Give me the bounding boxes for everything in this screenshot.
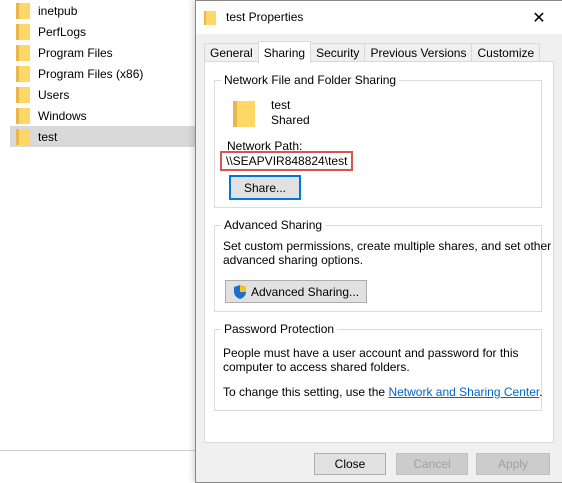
close-icon[interactable]: ✕: [516, 1, 562, 34]
folder-icon: [16, 2, 30, 19]
cancel-button[interactable]: Cancel: [396, 453, 468, 475]
file-item-label: Users: [38, 87, 70, 102]
password-protection-text: computer to access shared folders.: [223, 360, 410, 374]
network-sharing-group: Network File and Folder Sharing test Sha…: [214, 73, 542, 208]
change-setting-suffix: .: [539, 385, 543, 399]
folder-icon: [16, 23, 30, 40]
folder-icon: [16, 107, 30, 124]
network-path-value: \\SEAPVIR848824\test: [220, 151, 354, 171]
advanced-sharing-button[interactable]: Advanced Sharing...: [225, 280, 367, 303]
tab-customize[interactable]: Customize: [471, 43, 541, 62]
file-item-label: test: [38, 129, 58, 144]
folder-icon: [204, 11, 216, 25]
dialog-title: test Properties: [226, 10, 304, 24]
folder-icon: [16, 65, 30, 82]
tab-general[interactable]: General: [204, 43, 259, 62]
shield-icon: [233, 284, 247, 299]
file-item-label: PerfLogs: [38, 24, 87, 39]
group-title: Advanced Sharing: [221, 218, 326, 232]
group-title: Password Protection: [221, 322, 338, 336]
file-item-perflogs[interactable]: PerfLogs: [10, 21, 200, 42]
change-setting-text: To change this setting, use the Network …: [223, 385, 543, 399]
folder-icon: [16, 128, 30, 145]
tab-security[interactable]: Security: [310, 43, 366, 62]
file-item-label: Program Files (x86): [38, 66, 144, 81]
password-protection-group: Password Protection People must have a u…: [214, 322, 543, 411]
dialog-footer: Close Cancel Apply: [196, 445, 562, 482]
file-item-label: Windows: [38, 108, 87, 123]
group-title: Network File and Folder Sharing: [221, 73, 400, 87]
change-setting-prefix: To change this setting, use the: [223, 385, 389, 399]
file-item-label: Program Files: [38, 45, 113, 60]
folder-icon: [16, 86, 30, 103]
advanced-sharing-description: Set custom permissions, create multiple …: [223, 239, 552, 253]
apply-button[interactable]: Apply: [476, 453, 550, 475]
advanced-sharing-label: Advanced Sharing...: [250, 284, 360, 299]
share-status: Shared: [271, 113, 310, 127]
tab-sharing[interactable]: Sharing: [257, 41, 312, 63]
folder-icon: [233, 101, 255, 127]
folder-icon: [16, 44, 30, 61]
network-sharing-center-link[interactable]: Network and Sharing Center: [388, 385, 539, 399]
file-item-label: inetpub: [38, 3, 78, 18]
folder-name: test: [271, 98, 291, 112]
advanced-sharing-group: Advanced Sharing Set custom permissions,…: [214, 218, 551, 312]
title-bar[interactable]: test Properties ✕: [196, 1, 562, 34]
file-item-program-files-x86[interactable]: Program Files (x86): [10, 63, 200, 84]
properties-dialog: test Properties ✕ General Sharing Securi…: [195, 0, 562, 483]
file-item-program-files[interactable]: Program Files: [10, 42, 200, 63]
tab-strip: General Sharing Security Previous Versio…: [204, 41, 541, 63]
advanced-sharing-description: advanced sharing options.: [223, 253, 364, 267]
share-button[interactable]: Share...: [229, 175, 301, 200]
sharing-tab-panel: Network File and Folder Sharing test Sha…: [204, 61, 554, 443]
divider: [0, 450, 200, 451]
file-item-users[interactable]: Users: [10, 84, 200, 105]
file-item-inetpub[interactable]: inetpub: [10, 0, 200, 21]
tab-previous-versions[interactable]: Previous Versions: [364, 43, 473, 62]
close-button[interactable]: Close: [314, 453, 386, 475]
password-protection-text: People must have a user account and pass…: [223, 346, 519, 360]
file-item-test[interactable]: test: [10, 126, 210, 147]
file-item-windows[interactable]: Windows: [10, 105, 200, 126]
